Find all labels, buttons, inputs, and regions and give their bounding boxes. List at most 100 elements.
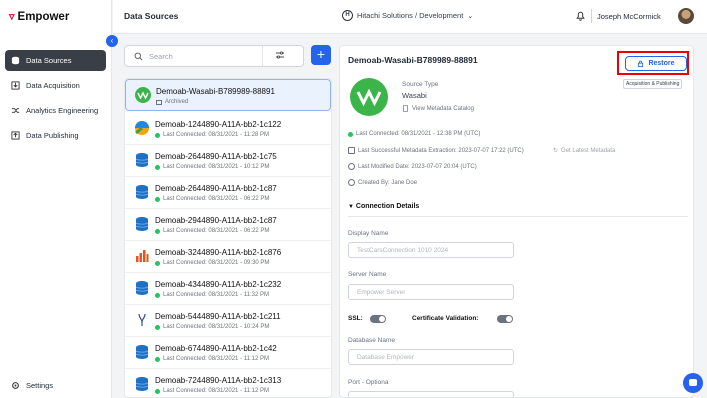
plus-icon: +: [316, 46, 326, 62]
user-name[interactable]: Joseph McCormick: [597, 12, 661, 21]
bell-icon[interactable]: [575, 10, 586, 21]
view-metadata-label: View Metadata Catalog: [412, 105, 474, 112]
list-item[interactable]: Demoab-2644890-A11A-bb2-1c87 Last Connec…: [125, 177, 331, 209]
upload-box-icon: [11, 131, 20, 140]
list-item[interactable]: Demoab-Wasabi-B789989-88891 Archived: [125, 79, 331, 111]
ssl-label: SSL:: [348, 315, 363, 322]
sidebar-item-label: Data Sources: [26, 56, 72, 65]
data-source-list: Demoab-Wasabi-B789989-88891 Archived Dem…: [124, 78, 332, 398]
get-latest-metadata-button[interactable]: ↻ Get Latest Metadata: [553, 147, 615, 155]
status-connected-icon: [155, 196, 160, 202]
sidebar: ▿ Empower Data Sources Data Acquisition …: [0, 0, 112, 398]
filter-icon[interactable]: [275, 50, 285, 60]
status-connected-icon: [155, 388, 160, 394]
list-item[interactable]: Demoab-6744890-A11A-bb2-1c42 Last Connec…: [125, 337, 331, 369]
restore-label: Restore: [648, 60, 675, 67]
list-item[interactable]: Demoab-4344890-A11A-bb2-1c232 Last Conne…: [125, 273, 331, 305]
search-input[interactable]: [149, 51, 249, 61]
user-icon: [348, 179, 355, 186]
created-by-row: Created By: Jane Doe: [348, 179, 417, 186]
status-connected-icon: [155, 164, 160, 170]
list-item-status: Last Connected: 08/31/2021 - 09:30 PM: [155, 260, 269, 266]
archive-icon: [156, 99, 162, 105]
list-item-status: Last Connected: 08/31/2021 - 06:22 PM: [155, 196, 269, 202]
gear-icon: [12, 382, 19, 389]
app-root: ▿ Empower Data Sources Data Acquisition …: [0, 0, 707, 398]
org-label: Hitachi Solutions / Development: [357, 11, 464, 20]
list-item[interactable]: Demoab-5444890-A11A-bb2-1c211 Last Conne…: [125, 305, 331, 337]
org-selector[interactable]: H Hitachi Solutions / Development ⌄: [342, 10, 473, 21]
chat-support-button[interactable]: [683, 373, 703, 393]
wasabi-logo-icon: [350, 78, 388, 116]
status-connected-icon: [155, 292, 160, 298]
connection-details-toggle[interactable]: ▼ Connection Details: [348, 203, 419, 210]
sidebar-item-settings[interactable]: Settings: [11, 381, 53, 390]
certificate-validation-toggle[interactable]: [497, 315, 513, 323]
list-item-status: Last Connected: 08/31/2021 - 11:12 PM: [155, 388, 269, 394]
chevron-down-icon: ⌄: [467, 12, 474, 20]
list-item-name: Demoab-Wasabi-B789989-88891: [156, 87, 275, 96]
list-item-name: Demoab-2644890-A11A-bb2-1c75: [155, 152, 277, 161]
add-data-source-button[interactable]: +: [311, 45, 331, 65]
collapse-sidebar-button[interactable]: ‹: [106, 35, 118, 47]
list-item-name: Demoab-1244890-A11A-bb2-1c122: [155, 120, 282, 129]
list-item[interactable]: Demoab-2944890-A11A-bb2-1c87 Last Connec…: [125, 209, 331, 241]
database-name-field[interactable]: [348, 349, 514, 365]
list-item-status: Last Connected: 08/31/2021 - 11:12 PM: [155, 356, 269, 362]
port-field[interactable]: [348, 391, 514, 397]
database-name-label: Database Name: [348, 337, 395, 344]
status-connected-icon: [155, 356, 160, 362]
hitachi-icon: H: [342, 10, 353, 21]
ssl-toggle[interactable]: [370, 315, 386, 323]
database-icon: [135, 153, 149, 167]
list-item[interactable]: Demoab-2644890-A11A-bb2-1c75 Last Connec…: [125, 145, 331, 177]
document-icon: [403, 105, 408, 112]
fork-icon: [138, 313, 146, 326]
list-item-name: Demoab-3244890-A11A-bb2-1c876: [155, 248, 282, 257]
list-item-status: Last Connected: 08/31/2021 - 11:32 PM: [155, 292, 269, 298]
pipeline-tag: Acquisition & Publishing: [623, 79, 683, 89]
port-label: Port - Optiona: [348, 379, 389, 386]
list-item[interactable]: Demoab-7244890-A11A-bb2-1c313 Last Conne…: [125, 369, 331, 397]
divider: [348, 216, 688, 217]
last-extraction-row: Last Successful Metadata Extraction: 202…: [348, 147, 524, 154]
last-connected-row: Last Connected: 08/31/2021 - 12:38 PM (U…: [348, 131, 480, 137]
search-icon: [134, 52, 143, 60]
list-item-status: Last Connected: 08/31/2021 - 10:12 PM: [155, 164, 269, 170]
list-item[interactable]: Demoab-1244890-A11A-bb2-1c122 Last Conne…: [125, 113, 331, 145]
brand-logo[interactable]: ▿ Empower: [9, 10, 70, 24]
server-name-field[interactable]: [348, 284, 514, 300]
empower-logo-icon: ▿: [9, 11, 15, 23]
list-item-name: Demoab-2944890-A11A-bb2-1c87: [155, 216, 277, 225]
database-icon: [135, 185, 149, 199]
search-divider: [262, 46, 263, 66]
status-connected-icon: [155, 228, 160, 234]
avatar[interactable]: [678, 8, 694, 24]
database-icon: [135, 217, 149, 231]
list-item[interactable]: Demoab-3244890-A11A-bb2-1c876 Last Conne…: [125, 241, 331, 273]
sidebar-item-data-publishing[interactable]: Data Publishing: [5, 125, 106, 146]
certificate-validation-label: Certificate Validation:: [412, 315, 479, 322]
refresh-icon: ↻: [553, 148, 559, 154]
sidebar-item-data-acquisition[interactable]: Data Acquisition: [5, 75, 106, 96]
list-item-name: Demoab-4344890-A11A-bb2-1c232: [155, 280, 282, 289]
restore-button[interactable]: Restore: [625, 56, 687, 71]
wasabi-icon: [135, 87, 151, 103]
database-icon: [135, 281, 149, 295]
database-icon: [11, 56, 20, 65]
list-item-name: Demoab-6744890-A11A-bb2-1c42: [155, 344, 277, 353]
clock-icon: [348, 163, 355, 170]
sidebar-item-analytics-engineering[interactable]: Analytics Engineering: [5, 100, 106, 121]
chart-icon: [136, 250, 149, 262]
view-metadata-link[interactable]: View Metadata Catalog: [402, 105, 474, 112]
display-name-field[interactable]: [348, 242, 514, 258]
source-type-value: Wasabi: [402, 91, 427, 100]
sidebar-item-label: Analytics Engineering: [26, 106, 99, 115]
sidebar-item-data-sources[interactable]: Data Sources: [5, 50, 106, 71]
sidebar-item-label: Data Publishing: [26, 131, 79, 140]
detail-title: Demoab-Wasabi-B789989-88891: [348, 55, 478, 65]
brand-name: Empower: [17, 10, 70, 23]
caret-down-icon: ▼: [348, 204, 354, 210]
status-connected-icon: [155, 324, 160, 330]
lock-icon: [638, 60, 644, 67]
